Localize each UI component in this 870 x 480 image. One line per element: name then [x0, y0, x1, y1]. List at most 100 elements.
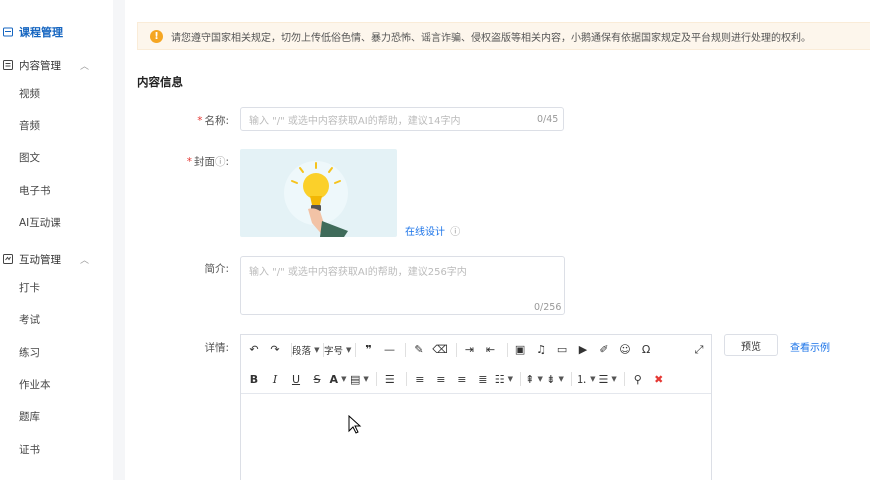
sidebar-item-homework[interactable]: 作业本 — [0, 372, 113, 396]
intro-textarea[interactable]: 输入 "/" 或选中内容获取AI的帮助，建议256字内 — [240, 256, 565, 315]
cover-label-text: 封面 — [193, 156, 215, 168]
dropdown-arrow-icon: ▼ — [346, 345, 352, 354]
italic-button[interactable]: I — [266, 369, 284, 389]
background-color-button[interactable]: ▤ ▼ — [350, 369, 369, 389]
lightbulb-illustration — [284, 161, 348, 237]
dropdown-arrow-icon: ▼ — [590, 375, 596, 383]
intro-counter: 0/256 — [534, 302, 562, 313]
pen-icon[interactable]: ✐ — [595, 340, 613, 360]
align-left-icon[interactable]: ≡ — [411, 369, 429, 389]
sidebar-item-practice[interactable]: 练习 — [0, 340, 113, 364]
toolbar-separator — [405, 372, 407, 386]
ltr-icon[interactable]: ⇥ — [461, 340, 479, 360]
indent-icon[interactable]: ☰ — [381, 369, 399, 389]
align-right-icon[interactable]: ≡ — [453, 369, 471, 389]
cover-label-colon: : — [225, 156, 229, 168]
editor-toolbar-row-2: B I U S A ▼ ▤ ▼ ☰ ≡ ≡ ≡ ≣ ☷ ▼ ⇞ ▼ ⇟ ▼ ⒈ ▼ ☰ ▼ ⚲… — [241, 365, 711, 394]
warning-icon: ! — [150, 29, 163, 43]
intro-label: 简介: — [204, 263, 229, 275]
rtl-icon[interactable]: ⇤ — [482, 340, 500, 360]
online-design-link[interactable]: 在线设计 ⓘ — [405, 223, 460, 238]
toolbar-separator — [354, 342, 356, 357]
sidebar-item-audio[interactable]: 音频 — [0, 113, 113, 137]
sidebar-group-label: 互动管理 — [19, 253, 61, 266]
toolbar-separator — [623, 372, 625, 386]
sidebar-item-checkin[interactable]: 打卡 — [0, 275, 113, 299]
cover-image[interactable] — [240, 149, 397, 237]
sidebar-item-ai-course[interactable]: AI互动课 — [0, 210, 113, 234]
font-color-button[interactable]: A ▼ — [329, 369, 347, 389]
undo-icon[interactable]: ↶ — [245, 340, 263, 360]
clear-format-icon[interactable]: ⌫ — [431, 340, 449, 360]
font-size-select-label: 字号 — [324, 345, 344, 357]
music-icon[interactable]: ♫ — [532, 340, 550, 360]
dropdown-arrow-icon: ▼ — [341, 375, 347, 383]
main-content: ! 请您遵守国家相关规定，切勿上传低俗色情、暴力恐怖、谣言诈骗、侵权盗版等相关内… — [125, 0, 870, 480]
name-counter: 0/45 — [537, 114, 559, 125]
paragraph-spacing-before-button[interactable]: ⇞ ▼ — [525, 369, 543, 389]
preview-button[interactable]: 预览 — [724, 334, 778, 356]
chevron-up-icon[interactable]: ︿ — [80, 253, 89, 266]
course-icon — [3, 27, 13, 37]
name-input[interactable]: 输入 "/" 或选中内容获取AI的帮助，建议14字内 — [240, 107, 564, 131]
sidebar: 课程管理 内容管理 ︿ 视频 音频 图文 电子书 AI互动课 互动管理 ︿ 打卡… — [0, 0, 113, 480]
sidebar-group-interaction[interactable]: 互动管理 ︿ — [0, 247, 113, 271]
sidebar-item-label: 考试 — [19, 313, 40, 326]
interaction-icon — [3, 254, 13, 264]
section-title: 内容信息 — [137, 75, 183, 89]
cover-label: * 封面ⓘ: — [185, 154, 229, 169]
embed-video-icon[interactable]: ▶ — [574, 340, 592, 360]
sidebar-item-label: 电子书 — [19, 184, 51, 197]
sidebar-item-exam[interactable]: 考试 — [0, 307, 113, 331]
detail-label: 详情: — [204, 342, 229, 354]
dropdown-arrow-icon: ▼ — [537, 375, 543, 383]
strikethrough-button[interactable]: S — [308, 369, 326, 389]
sidebar-item-label: AI互动课 — [19, 216, 61, 229]
sidebar-item-video[interactable]: 视频 — [0, 81, 113, 105]
sidebar-group-content[interactable]: 内容管理 ︿ — [0, 53, 113, 77]
dropdown-arrow-icon: ▼ — [558, 375, 564, 383]
rich-text-editor[interactable]: ↶ ↷ 段落 ▼ 字号 ▼ ❞ — ✎ ⌫ ⇥ ⇤ ▣ ♫ ▭ ▶ ✐ ☺ Ω ⤢ — [240, 334, 712, 480]
sidebar-item-label: 视频 — [19, 87, 40, 100]
sidebar-item-ebook[interactable]: 电子书 — [0, 178, 113, 202]
sidebar-item-question-bank[interactable]: 题库 — [0, 404, 113, 428]
special-char-icon[interactable]: Ω — [637, 340, 655, 360]
align-center-icon[interactable]: ≡ — [432, 369, 450, 389]
paragraph-select[interactable]: 段落 ▼ — [292, 340, 319, 360]
redo-icon[interactable]: ↷ — [266, 340, 284, 360]
line-spacing-button[interactable]: ☷ ▼ — [495, 369, 513, 389]
sidebar-item-label: 题库 — [19, 410, 40, 423]
fullscreen-icon[interactable]: ⤢ — [690, 340, 708, 360]
toolbar-separator — [455, 342, 457, 357]
info-icon[interactable]: ⓘ — [450, 227, 460, 238]
emoji-icon[interactable]: ☺ — [616, 340, 634, 360]
quote-icon[interactable]: ❞ — [359, 340, 377, 360]
sidebar-item-course-management[interactable]: 课程管理 — [0, 20, 113, 44]
sidebar-item-article[interactable]: 图文 — [0, 145, 113, 169]
required-mark: * — [186, 156, 192, 168]
notice-banner: ! 请您遵守国家相关规定，切勿上传低俗色情、暴力恐怖、谣言诈骗、侵权盗版等相关内… — [137, 22, 870, 50]
video-icon[interactable]: ▭ — [553, 340, 571, 360]
align-justify-icon[interactable]: ≣ — [474, 369, 492, 389]
view-example-link[interactable]: 查看示例 — [790, 339, 830, 354]
underline-button[interactable]: U — [287, 369, 305, 389]
font-size-select[interactable]: 字号 ▼ — [324, 340, 351, 360]
name-label: * 名称: — [195, 113, 229, 128]
sidebar-item-certificate[interactable]: 证书 — [0, 437, 113, 461]
format-painter-icon[interactable]: ✎ — [410, 340, 428, 360]
chevron-up-icon[interactable]: ︿ — [80, 59, 89, 72]
horizontal-rule-icon[interactable]: — — [380, 340, 398, 360]
paragraph-select-label: 段落 — [292, 345, 312, 357]
paragraph-spacing-after-button[interactable]: ⇟ ▼ — [546, 369, 564, 389]
search-icon[interactable]: ⚲ — [629, 369, 647, 389]
dropdown-arrow-icon: ▼ — [611, 375, 617, 383]
toolbar-separator — [571, 372, 573, 386]
info-icon[interactable]: ⓘ — [215, 156, 226, 168]
ordered-list-button[interactable]: ⒈ ▼ — [576, 369, 595, 389]
unordered-list-button[interactable]: ☰ ▼ — [598, 369, 616, 389]
font-color-label: A — [329, 372, 339, 386]
bold-button[interactable]: B — [245, 369, 263, 389]
ai-plugin-icon[interactable]: ✖ — [650, 369, 668, 389]
image-icon[interactable]: ▣ — [511, 340, 529, 360]
name-placeholder: 输入 "/" 或选中内容获取AI的帮助，建议14字内 — [249, 115, 461, 127]
